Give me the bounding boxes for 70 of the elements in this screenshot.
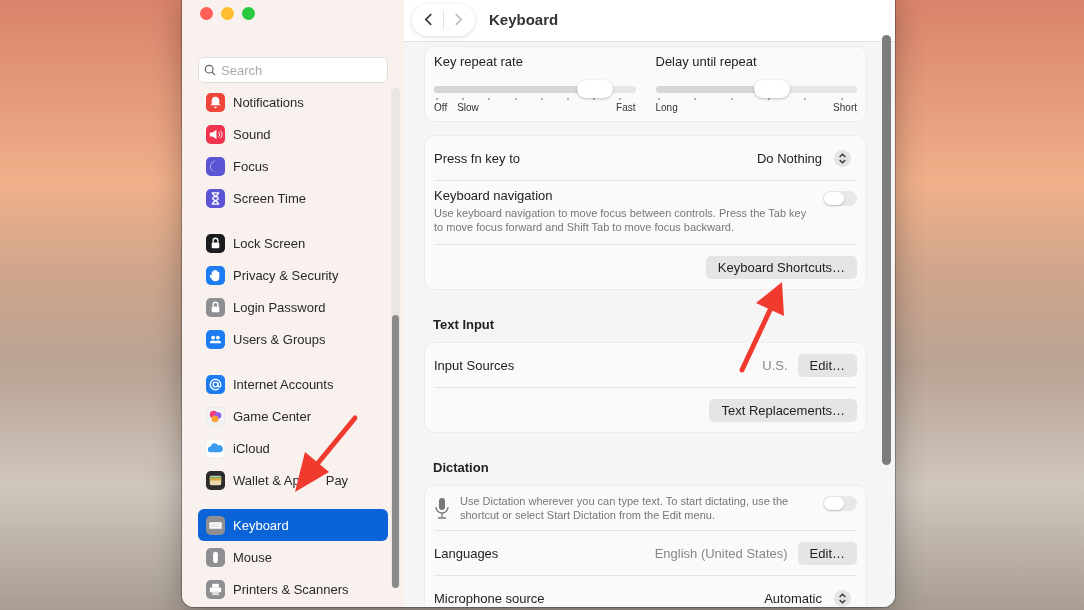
toggle-switch[interactable]	[823, 496, 857, 511]
sidebar-item-label: Printers & Scanners	[233, 581, 349, 597]
sidebar-item[interactable]: Printers & Scanners	[198, 573, 388, 605]
sidebar-item-label: Mouse	[233, 549, 273, 565]
sidebar-item-label: Login Password	[233, 299, 326, 315]
sidebar-item-label: Focus	[233, 158, 269, 174]
setting-value: U.S.	[762, 357, 788, 373]
minimize-button[interactable]	[221, 7, 234, 20]
setting-label: Languages	[434, 545, 500, 561]
sidebar-item[interactable]: Mouse	[198, 541, 388, 573]
sidebar-item[interactable]: Screen Time	[198, 182, 388, 214]
scale-label: Fast	[616, 102, 636, 113]
sidebar-item-label: Privacy & Security	[233, 267, 339, 283]
slider-thumb[interactable]	[754, 80, 791, 98]
settings-button[interactable]: Text Replacements…	[709, 398, 857, 422]
setting-label: Microphone source	[434, 590, 545, 606]
chevron-updown-icon	[834, 149, 851, 167]
forward-icon[interactable]	[454, 12, 463, 27]
scale-label: Long	[655, 102, 678, 113]
sidebar-item[interactable]: Login Password	[198, 291, 388, 323]
search-field[interactable]: Search	[198, 57, 388, 83]
scale-label: Slow	[457, 102, 479, 113]
sidebar-item[interactable]: Users & Groups	[198, 323, 388, 355]
back-icon[interactable]	[424, 12, 433, 27]
setting-description: Use Dictation wherever you can type text. To start dictating, use the shortcut or select Start Dictation from the Edit menu.	[460, 494, 790, 522]
sidebar-item[interactable]: Keyboard	[198, 509, 388, 541]
slider-label: Delay until repeat	[655, 54, 758, 69]
search-icon	[204, 64, 216, 76]
close-button[interactable]	[200, 7, 213, 20]
setting-label: Keyboard navigation	[434, 188, 554, 203]
slider-thumb[interactable]	[577, 80, 614, 98]
scale-label: Short	[833, 102, 857, 113]
sidebar-item[interactable]: Lock Screen	[198, 227, 388, 259]
sidebar-item-label: Internet Accounts	[233, 376, 334, 392]
setting-label: Press fn key to	[434, 150, 520, 166]
section-heading: Dictation	[432, 459, 490, 477]
popup-menu[interactable]: Automatic	[764, 589, 857, 607]
popup-menu[interactable]: Do Nothing	[756, 149, 857, 167]
sidebar-scrollbar[interactable]	[391, 88, 400, 588]
sidebar-item[interactable]: Notifications	[198, 86, 388, 118]
sidebar-item-label: Lock Screen	[233, 235, 306, 251]
window-title: Keyboard	[489, 11, 559, 28]
sidebar-item[interactable]: Game Center	[198, 400, 388, 432]
section-heading: Text Input	[432, 316, 496, 334]
slider-track[interactable]	[655, 80, 857, 98]
slider-track[interactable]	[434, 80, 636, 98]
setting-description: Use keyboard navigation to move focus between controls. Press the Tab key to move focus forward and Shift Tab to move focus backward.	[434, 206, 808, 234]
setting-value: English (United States)	[654, 545, 788, 561]
sidebar-item-label: Notifications	[233, 94, 304, 110]
sidebar-item[interactable]: iCloud	[198, 432, 388, 464]
slider-label: Key repeat rate	[434, 54, 524, 69]
sidebar-item-label: Sound	[233, 126, 271, 142]
sidebar-item-label: Users & Groups	[233, 331, 326, 347]
sidebar-item[interactable]: Privacy & Security	[198, 259, 388, 291]
microphone-icon	[434, 497, 450, 519]
toggle-switch[interactable]	[823, 191, 857, 206]
zoom-button[interactable]	[242, 7, 255, 20]
scale-label: Off	[434, 102, 448, 113]
sidebar-item-label: Game Center	[233, 408, 312, 424]
sidebar-item-label: Pay	[325, 472, 349, 488]
settings-button[interactable]: Keyboard Shortcuts…	[705, 255, 857, 279]
setting-label: Input Sources	[434, 357, 516, 373]
sidebar-item-label: iCloud	[233, 440, 270, 456]
sidebar-item[interactable]: Sound	[198, 118, 388, 150]
edit-button[interactable]: Edit…	[797, 353, 857, 377]
sidebar-item-label: Keyboard	[233, 517, 289, 533]
sidebar-item-label: Screen Time	[233, 190, 306, 206]
edit-button[interactable]: Edit…	[797, 541, 857, 565]
sidebar-item[interactable]: Internet Accounts	[198, 368, 388, 400]
sidebar-item[interactable]: Focus	[198, 150, 388, 182]
